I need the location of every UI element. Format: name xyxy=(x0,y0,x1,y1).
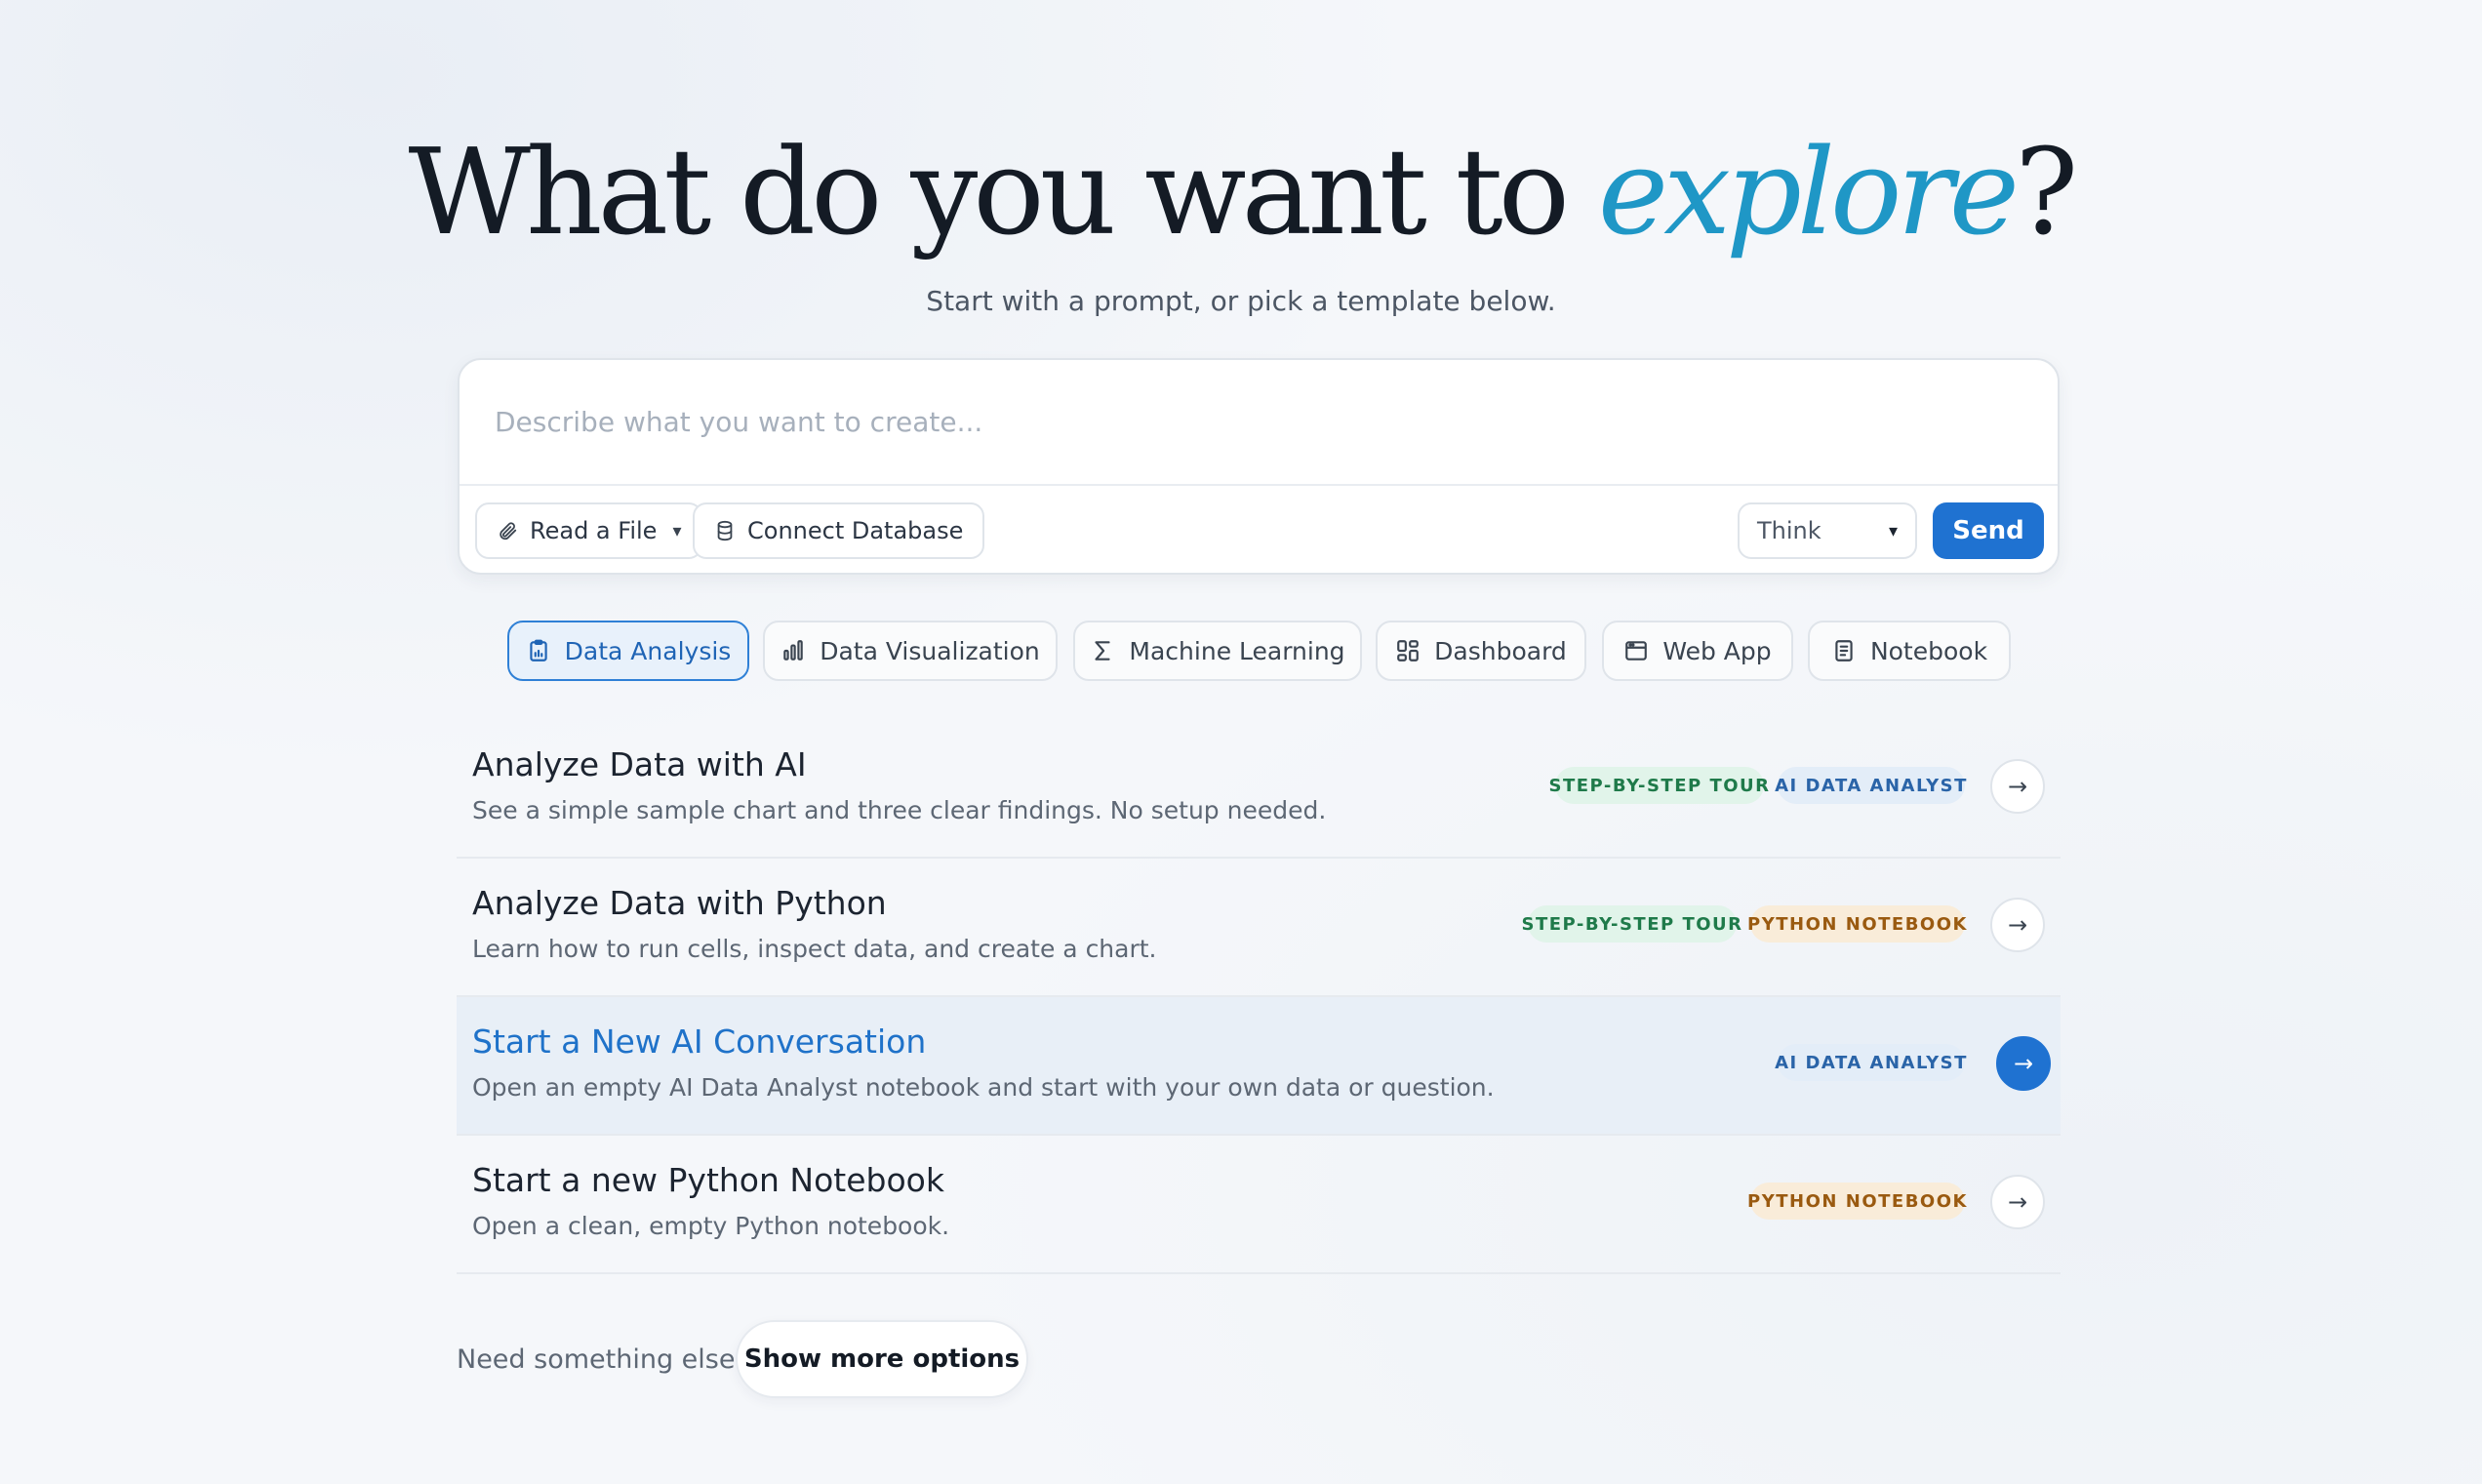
badge-ai-data-analyst: AI DATA ANALYST xyxy=(1775,1044,1966,1081)
template-list: Analyze Data with AI See a simple sample… xyxy=(457,720,2061,1274)
sigma-icon xyxy=(1095,641,1111,661)
arrow-right-icon: → xyxy=(2007,911,2028,939)
mode-value: Think xyxy=(1757,517,1821,544)
read-file-button[interactable]: Read a File ▾ xyxy=(475,502,703,559)
mode-select[interactable]: Think ▾ xyxy=(1738,502,1917,559)
footer-question: Need something else? xyxy=(457,1344,749,1375)
document-icon xyxy=(1835,640,1853,662)
tab-data-analysis[interactable]: Data Analysis xyxy=(507,621,749,681)
send-button[interactable]: Send xyxy=(1933,502,2044,559)
chevron-down-icon: ▾ xyxy=(1888,520,1898,541)
badge-python-notebook: PYTHON NOTEBOOK xyxy=(1747,905,1966,943)
title-accent: explore xyxy=(1597,123,2020,261)
tab-label: Data Visualization xyxy=(820,636,1040,665)
template-description: See a simple sample chart and three clea… xyxy=(472,796,1327,824)
bar-chart-icon xyxy=(783,640,803,661)
tab-machine-learning[interactable]: Machine Learning xyxy=(1073,621,1362,681)
open-template-button[interactable]: → xyxy=(1996,1036,2051,1091)
arrow-right-icon: → xyxy=(2013,1050,2034,1077)
prompt-divider xyxy=(460,484,2058,486)
list-item[interactable]: Analyze Data with Python Learn how to ru… xyxy=(457,859,2061,997)
tab-label: Dashboard xyxy=(1434,636,1567,665)
template-title: Analyze Data with AI xyxy=(472,745,807,783)
template-title: Start a new Python Notebook xyxy=(472,1161,944,1199)
paperclip-icon xyxy=(500,522,517,541)
template-description: Open a clean, empty Python notebook. xyxy=(472,1212,950,1240)
arrow-right-icon: → xyxy=(2007,773,2028,800)
tab-label: Machine Learning xyxy=(1129,636,1345,665)
page-subtitle: Start with a prompt, or pick a template … xyxy=(926,285,1556,317)
tab-web-app[interactable]: Web App xyxy=(1602,621,1793,681)
template-title: Analyze Data with Python xyxy=(472,884,887,922)
arrow-right-icon: → xyxy=(2007,1188,2028,1216)
tab-notebook[interactable]: Notebook xyxy=(1808,621,2011,681)
browser-icon xyxy=(1625,641,1648,661)
show-more-options-button[interactable]: Show more options xyxy=(736,1320,1028,1398)
tab-data-visualization[interactable]: Data Visualization xyxy=(763,621,1058,681)
connect-database-button[interactable]: Connect Database xyxy=(693,502,985,559)
badge-step-by-step-tour: STEP-BY-STEP TOUR xyxy=(1521,905,1741,943)
connect-database-label: Connect Database xyxy=(747,517,964,544)
open-template-button[interactable]: → xyxy=(1990,898,2045,952)
badge-step-by-step-tour: STEP-BY-STEP TOUR xyxy=(1548,767,1769,804)
tab-dashboard[interactable]: Dashboard xyxy=(1376,621,1586,681)
template-title: Start a New AI Conversation xyxy=(472,1023,927,1061)
tab-label: Web App xyxy=(1662,636,1772,665)
open-template-button[interactable]: → xyxy=(1990,1175,2045,1229)
prompt-card: Read a File ▾ Connect Database Think ▾ S… xyxy=(458,358,2060,575)
chevron-down-icon: ▾ xyxy=(672,520,682,541)
grid-icon xyxy=(1397,640,1420,662)
badge-python-notebook: PYTHON NOTEBOOK xyxy=(1747,1183,1966,1220)
title-end: ? xyxy=(2015,123,2078,261)
tab-label: Notebook xyxy=(1869,636,1988,665)
list-item[interactable]: Start a New AI Conversation Open an empt… xyxy=(457,997,2061,1136)
title-main: What do you want to xyxy=(408,123,1598,261)
page-title: What do you want to explore? xyxy=(0,127,2482,258)
database-icon xyxy=(717,520,733,541)
tab-label: Data Analysis xyxy=(564,636,732,665)
open-template-button[interactable]: → xyxy=(1990,759,2045,814)
prompt-input[interactable] xyxy=(495,387,2017,456)
list-item[interactable]: Analyze Data with AI See a simple sample… xyxy=(457,720,2061,859)
list-item[interactable]: Start a new Python Notebook Open a clean… xyxy=(457,1136,2061,1274)
template-description: Open an empty AI Data Analyst notebook a… xyxy=(472,1073,1495,1102)
read-file-label: Read a File xyxy=(530,517,658,544)
clipboard-chart-icon xyxy=(530,639,547,662)
badge-ai-data-analyst: AI DATA ANALYST xyxy=(1775,767,1966,804)
template-description: Learn how to run cells, inspect data, an… xyxy=(472,935,1157,963)
category-tabs: Data Analysis Data Visualization Machine… xyxy=(0,621,2482,681)
